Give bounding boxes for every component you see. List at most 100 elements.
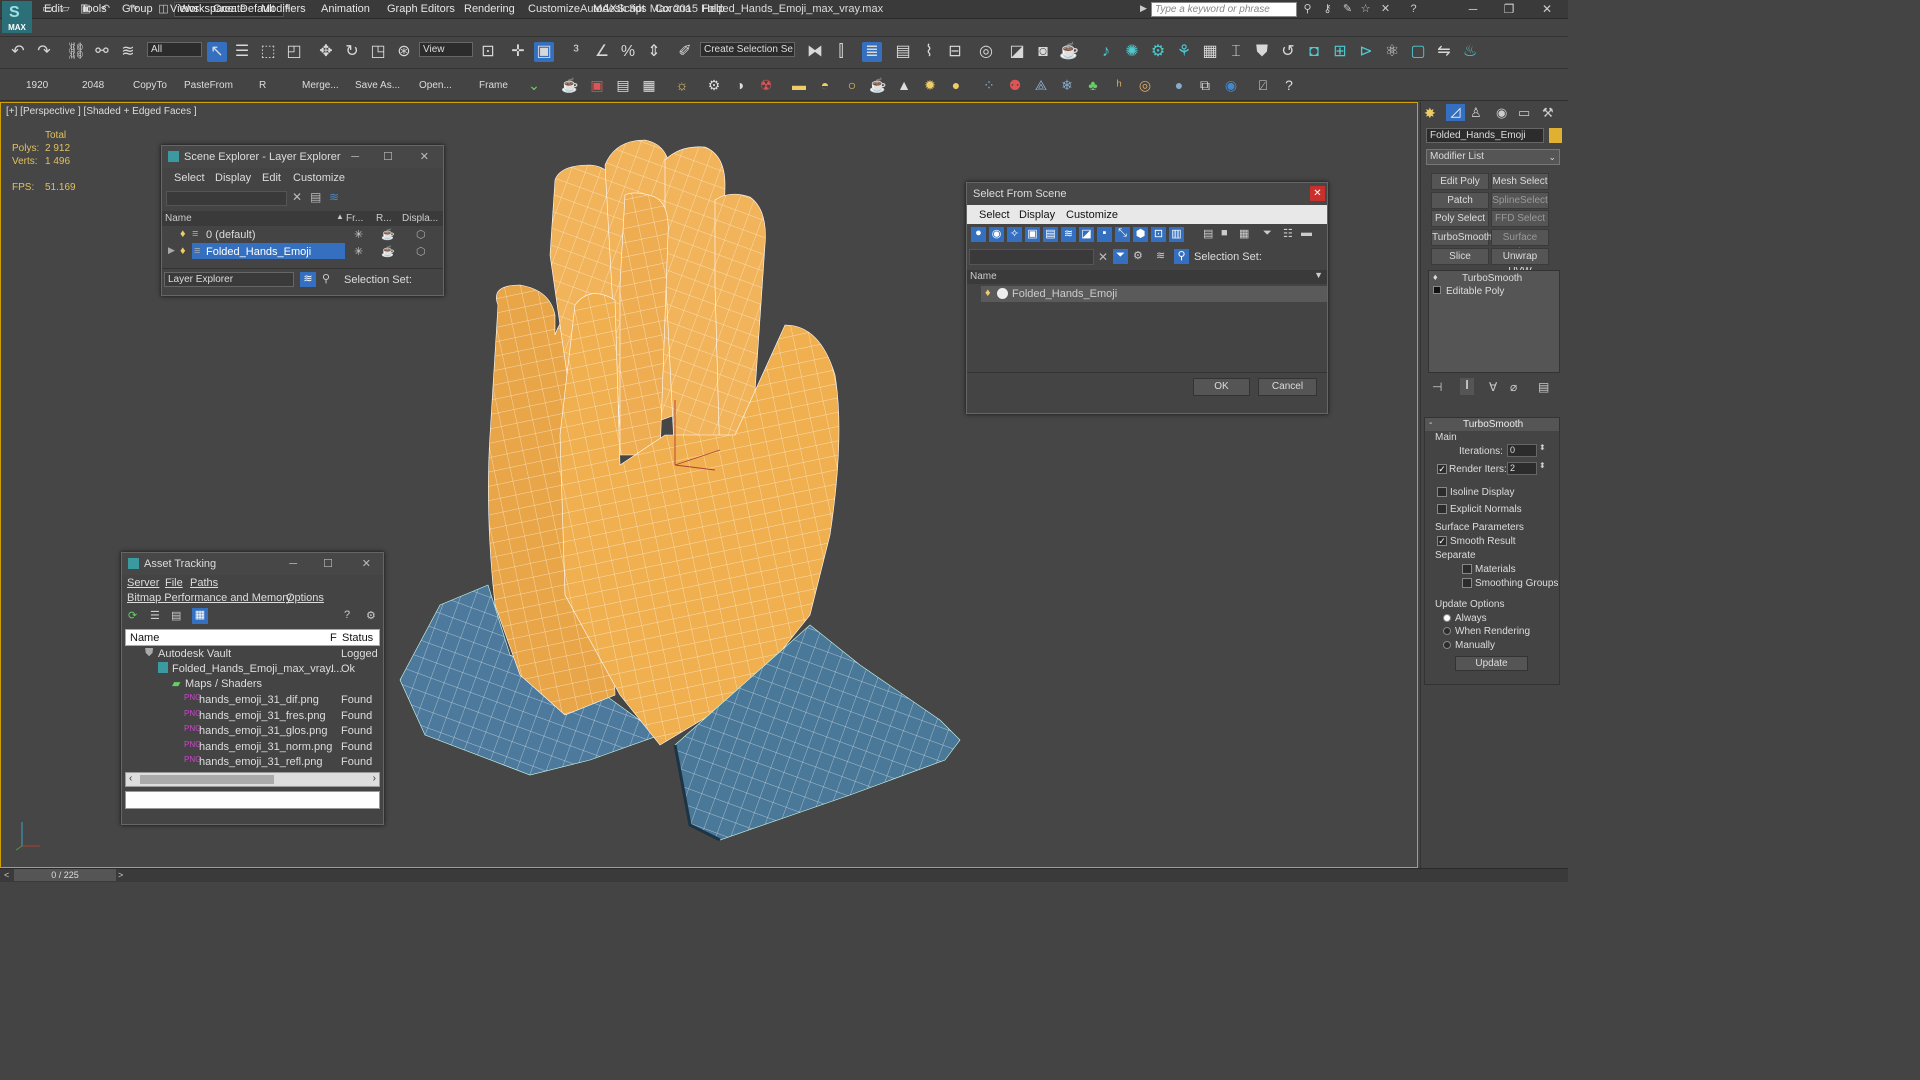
- show-end-result-icon[interactable]: Ⅰ: [1460, 378, 1474, 395]
- named-selection-set-dropdown[interactable]: Create Selection Se: [700, 42, 795, 57]
- menu-rendering[interactable]: Rendering: [464, 3, 515, 15]
- corona-material-icon[interactable]: ◘: [1304, 42, 1324, 62]
- material-browser-icon[interactable]: ◉: [1222, 76, 1240, 94]
- materials-checkbox[interactable]: [1462, 564, 1472, 574]
- select-children-icon[interactable]: ⏷: [1113, 249, 1128, 264]
- display-all-icon[interactable]: ▤: [1203, 227, 1213, 240]
- unlink-icon[interactable]: ⚯: [92, 42, 112, 62]
- filter-funnel-icon[interactable]: ⏷: [1263, 227, 1272, 240]
- search-expand-icon[interactable]: ▶: [1140, 3, 1147, 14]
- placement-icon[interactable]: ⊛: [394, 42, 414, 62]
- at-col-status[interactable]: Status: [342, 632, 373, 644]
- light-bulb-icon[interactable]: ♦: [180, 228, 186, 240]
- light-bulb-icon[interactable]: ♦: [180, 245, 186, 257]
- menu-customize[interactable]: Customize: [528, 3, 580, 15]
- display-box-icon[interactable]: ⬡: [416, 228, 426, 241]
- col-freeze[interactable]: Fr...: [346, 213, 363, 224]
- resolution-2048-button[interactable]: 2048: [82, 80, 104, 91]
- isoline-display-checkbox[interactable]: [1437, 487, 1447, 497]
- time-slider[interactable]: 0 / 225: [14, 869, 116, 881]
- corona-converter-icon[interactable]: ⛊: [1252, 42, 1272, 62]
- search-input[interactable]: Type a keyword or phrase: [1151, 2, 1297, 17]
- sphere-wire-icon[interactable]: ◑: [731, 76, 749, 94]
- corona-batch-icon[interactable]: ▢: [1408, 42, 1428, 62]
- options-icon[interactable]: ▬: [1301, 227, 1312, 239]
- filter-hidden-icon[interactable]: ▥: [1169, 227, 1184, 242]
- scene-explorer-search-input[interactable]: [166, 191, 287, 206]
- asset-row[interactable]: PNG hands_emoji_31_norm.png Found: [125, 739, 380, 754]
- stack-item-turbosmooth[interactable]: TurboSmooth: [1462, 273, 1522, 284]
- paste-from-button[interactable]: PasteFrom: [184, 80, 233, 91]
- open-button[interactable]: Open...: [419, 80, 452, 91]
- ok-button[interactable]: OK: [1193, 378, 1250, 396]
- menu-views[interactable]: Views: [170, 3, 199, 15]
- menu-help[interactable]: Help: [702, 3, 725, 15]
- light-bulb-icon[interactable]: ☼: [673, 76, 691, 94]
- explicit-normals-checkbox[interactable]: [1437, 504, 1447, 514]
- save-as-button[interactable]: Save As...: [355, 80, 400, 91]
- select-from-scene-titlebar[interactable]: Select From Scene ✕: [967, 183, 1327, 205]
- close-icon[interactable]: ✕: [420, 146, 429, 168]
- hierarchy-icon[interactable]: ⚲: [322, 272, 330, 285]
- at-menu-paths[interactable]: Paths: [190, 577, 218, 589]
- stack-item-editable-poly[interactable]: Editable Poly: [1446, 286, 1504, 297]
- corona-lightmix-icon[interactable]: ♨: [1460, 42, 1480, 62]
- display-box-icon[interactable]: ⬡: [416, 245, 426, 258]
- fur-icon[interactable]: ⚉: [1006, 76, 1024, 94]
- maximize-icon[interactable]: ☐: [323, 553, 333, 575]
- table-view-icon[interactable]: ▦: [192, 608, 208, 624]
- corona-toggle-icon[interactable]: ⇋: [1434, 42, 1454, 62]
- at-col-name[interactable]: Name: [130, 632, 159, 644]
- scroll-left-icon[interactable]: ‹: [129, 773, 132, 784]
- maximize-icon[interactable]: ☐: [383, 146, 393, 168]
- sfs-menu-customize[interactable]: Customize: [1066, 209, 1118, 221]
- angle-snap-icon[interactable]: ∠: [592, 42, 612, 62]
- filter-shapes-icon[interactable]: ◉: [989, 227, 1004, 242]
- clear-search-icon[interactable]: ✕: [1098, 250, 1108, 264]
- corona-frame-buffer-icon[interactable]: ▦: [1200, 42, 1220, 62]
- minimize-icon[interactable]: ─: [289, 553, 297, 575]
- poly-select-button[interactable]: Poly Select: [1431, 210, 1489, 227]
- menu-modifiers[interactable]: Modifiers: [261, 3, 306, 15]
- undo-toolbar-icon[interactable]: ↶: [8, 42, 28, 62]
- r-button[interactable]: R: [259, 80, 266, 91]
- at-menu-server[interactable]: Server: [127, 577, 159, 589]
- binoculars-icon[interactable]: ⚲: [1300, 2, 1315, 16]
- scene-explorer-menu-customize[interactable]: Customize: [293, 172, 345, 184]
- scene-explorer-titlebar[interactable]: Scene Explorer - Layer Explorer ─ ☐ ✕: [162, 146, 443, 168]
- key-icon[interactable]: ⚷: [1320, 2, 1335, 16]
- select-dependents-icon[interactable]: ⚙: [1133, 249, 1143, 262]
- close-button[interactable]: ✕: [1536, 1, 1558, 17]
- menu-group[interactable]: Group: [122, 3, 153, 15]
- smooth-result-checkbox[interactable]: ✓: [1437, 536, 1447, 546]
- ies-light-icon[interactable]: ▲: [895, 76, 913, 94]
- smoothing-groups-checkbox[interactable]: [1462, 578, 1472, 588]
- corona-proxy-icon[interactable]: ⌶: [1226, 42, 1246, 62]
- keyboard-shortcut-override-icon[interactable]: ▣: [534, 42, 554, 62]
- shell-icon[interactable]: ◎: [1136, 76, 1154, 94]
- pin-stack-icon[interactable]: ⊣: [1432, 380, 1442, 394]
- asset-row[interactable]: ▰ Maps / Shaders: [125, 676, 380, 691]
- spinner-snap-icon[interactable]: ⇕: [644, 42, 664, 62]
- layer-row-default[interactable]: ♦ ≡ 0 (default) ✳ ☕ ⬡: [162, 226, 443, 243]
- configure-sets-icon[interactable]: ▤: [1538, 380, 1549, 394]
- expand-arrow-icon[interactable]: ▶: [168, 245, 175, 256]
- frame-button[interactable]: Frame: [479, 80, 508, 91]
- render-teapot-icon[interactable]: ☕: [381, 245, 395, 258]
- asset-row[interactable]: Folded_Hands_Emoji_max_vray.... I Ok: [125, 661, 380, 676]
- when-rendering-radio[interactable]: [1443, 627, 1451, 635]
- mesh-select-button[interactable]: Mesh Select: [1491, 173, 1549, 190]
- menu-animation[interactable]: Animation: [321, 3, 370, 15]
- settings-icon[interactable]: ⚙: [366, 609, 376, 622]
- modifier-light-bulb-icon[interactable]: ♦: [1433, 272, 1438, 282]
- utilities-tab-icon[interactable]: ⚒: [1542, 105, 1554, 121]
- layer-explorer-icon[interactable]: ≣: [862, 42, 882, 62]
- minimize-icon[interactable]: ─: [351, 146, 359, 168]
- displacement-icon[interactable]: ⟁: [1032, 76, 1050, 94]
- always-radio[interactable]: [1443, 614, 1451, 622]
- edit-poly-button[interactable]: Edit Poly: [1431, 173, 1489, 190]
- create-tab-icon[interactable]: ✸: [1424, 105, 1436, 122]
- folded-hands-model[interactable]: [390, 135, 970, 850]
- manually-radio[interactable]: [1443, 641, 1451, 649]
- edit-named-selection-icon[interactable]: ✐: [675, 42, 695, 62]
